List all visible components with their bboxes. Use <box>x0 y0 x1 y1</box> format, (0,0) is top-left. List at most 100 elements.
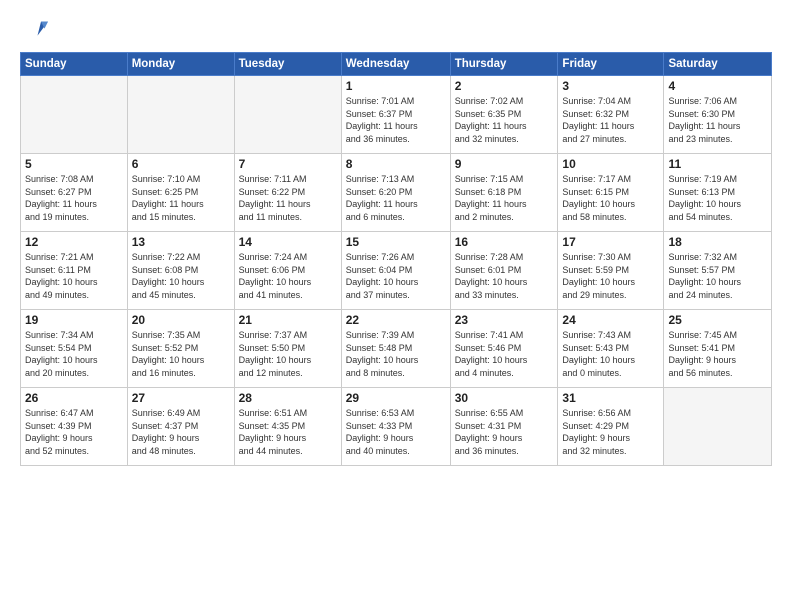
day-number: 23 <box>455 313 554 327</box>
cell-daylight-info: Sunrise: 7:13 AM Sunset: 6:20 PM Dayligh… <box>346 173 446 223</box>
day-number: 27 <box>132 391 230 405</box>
day-number: 12 <box>25 235 123 249</box>
day-number: 22 <box>346 313 446 327</box>
day-number: 17 <box>562 235 659 249</box>
cell-daylight-info: Sunrise: 7:15 AM Sunset: 6:18 PM Dayligh… <box>455 173 554 223</box>
day-number: 11 <box>668 157 767 171</box>
cell-daylight-info: Sunrise: 7:28 AM Sunset: 6:01 PM Dayligh… <box>455 251 554 301</box>
weekday-monday: Monday <box>127 53 234 76</box>
weekday-thursday: Thursday <box>450 53 558 76</box>
calendar-cell: 7 Sunrise: 7:11 AM Sunset: 6:22 PM Daylig… <box>234 154 341 232</box>
cell-daylight-info: Sunrise: 7:43 AM Sunset: 5:43 PM Dayligh… <box>562 329 659 379</box>
calendar-cell: 10 Sunrise: 7:17 AM Sunset: 6:15 PM Dayli… <box>558 154 664 232</box>
cell-daylight-info: Sunrise: 6:51 AM Sunset: 4:35 PM Dayligh… <box>239 407 337 457</box>
calendar-cell: 8 Sunrise: 7:13 AM Sunset: 6:20 PM Daylig… <box>341 154 450 232</box>
cell-daylight-info: Sunrise: 7:10 AM Sunset: 6:25 PM Dayligh… <box>132 173 230 223</box>
cell-daylight-info: Sunrise: 7:19 AM Sunset: 6:13 PM Dayligh… <box>668 173 767 223</box>
calendar-cell: 15 Sunrise: 7:26 AM Sunset: 6:04 PM Dayli… <box>341 232 450 310</box>
calendar-cell: 9Sunrise: 7:15 AM Sunset: 6:18 PM Daylig… <box>450 154 558 232</box>
day-number: 29 <box>346 391 446 405</box>
cell-daylight-info: Sunrise: 6:56 AM Sunset: 4:29 PM Dayligh… <box>562 407 659 457</box>
calendar-cell: 2Sunrise: 7:02 AM Sunset: 6:35 PM Daylig… <box>450 76 558 154</box>
cell-daylight-info: Sunrise: 7:37 AM Sunset: 5:50 PM Dayligh… <box>239 329 337 379</box>
cell-daylight-info: Sunrise: 7:02 AM Sunset: 6:35 PM Dayligh… <box>455 95 554 145</box>
calendar-cell: 23 Sunrise: 7:41 AM Sunset: 5:46 PM Dayli… <box>450 310 558 388</box>
calendar-week-3: 12 Sunrise: 7:21 AM Sunset: 6:11 PM Dayli… <box>21 232 772 310</box>
cell-daylight-info: Sunrise: 7:06 AM Sunset: 6:30 PM Dayligh… <box>668 95 767 145</box>
cell-daylight-info: Sunrise: 7:35 AM Sunset: 5:52 PM Dayligh… <box>132 329 230 379</box>
day-number: 20 <box>132 313 230 327</box>
day-number: 10 <box>562 157 659 171</box>
calendar-cell <box>127 76 234 154</box>
cell-daylight-info: Sunrise: 7:32 AM Sunset: 5:57 PM Dayligh… <box>668 251 767 301</box>
cell-daylight-info: Sunrise: 6:55 AM Sunset: 4:31 PM Dayligh… <box>455 407 554 457</box>
calendar-cell: 5 Sunrise: 7:08 AM Sunset: 6:27 PM Daylig… <box>21 154 128 232</box>
day-number: 5 <box>25 157 123 171</box>
calendar-week-2: 5 Sunrise: 7:08 AM Sunset: 6:27 PM Daylig… <box>21 154 772 232</box>
calendar-table: SundayMondayTuesdayWednesdayThursdayFrid… <box>20 52 772 466</box>
calendar-cell: 14Sunrise: 7:24 AM Sunset: 6:06 PM Dayli… <box>234 232 341 310</box>
cell-daylight-info: Sunrise: 7:17 AM Sunset: 6:15 PM Dayligh… <box>562 173 659 223</box>
cell-daylight-info: Sunrise: 7:26 AM Sunset: 6:04 PM Dayligh… <box>346 251 446 301</box>
calendar-cell: 21 Sunrise: 7:37 AM Sunset: 5:50 PM Dayli… <box>234 310 341 388</box>
calendar-cell: 26 Sunrise: 6:47 AM Sunset: 4:39 PM Dayli… <box>21 388 128 466</box>
logo <box>20 16 52 44</box>
cell-daylight-info: Sunrise: 7:45 AM Sunset: 5:41 PM Dayligh… <box>668 329 767 379</box>
day-number: 13 <box>132 235 230 249</box>
day-number: 8 <box>346 157 446 171</box>
cell-daylight-info: Sunrise: 7:41 AM Sunset: 5:46 PM Dayligh… <box>455 329 554 379</box>
cell-daylight-info: Sunrise: 7:24 AM Sunset: 6:06 PM Dayligh… <box>239 251 337 301</box>
calendar-cell: 22 Sunrise: 7:39 AM Sunset: 5:48 PM Dayli… <box>341 310 450 388</box>
calendar-week-1: 1 Sunrise: 7:01 AM Sunset: 6:37 PM Daylig… <box>21 76 772 154</box>
day-number: 28 <box>239 391 337 405</box>
calendar-cell: 4Sunrise: 7:06 AM Sunset: 6:30 PM Daylig… <box>664 76 772 154</box>
calendar-cell: 25 Sunrise: 7:45 AM Sunset: 5:41 PM Dayli… <box>664 310 772 388</box>
weekday-friday: Friday <box>558 53 664 76</box>
weekday-wednesday: Wednesday <box>341 53 450 76</box>
cell-daylight-info: Sunrise: 7:39 AM Sunset: 5:48 PM Dayligh… <box>346 329 446 379</box>
calendar-cell: 13 Sunrise: 7:22 AM Sunset: 6:08 PM Dayli… <box>127 232 234 310</box>
cell-daylight-info: Sunrise: 7:11 AM Sunset: 6:22 PM Dayligh… <box>239 173 337 223</box>
day-number: 25 <box>668 313 767 327</box>
calendar-cell: 29Sunrise: 6:53 AM Sunset: 4:33 PM Dayli… <box>341 388 450 466</box>
cell-daylight-info: Sunrise: 7:21 AM Sunset: 6:11 PM Dayligh… <box>25 251 123 301</box>
page: SundayMondayTuesdayWednesdayThursdayFrid… <box>0 0 792 612</box>
day-number: 18 <box>668 235 767 249</box>
day-number: 3 <box>562 79 659 93</box>
day-number: 26 <box>25 391 123 405</box>
calendar-cell: 20 Sunrise: 7:35 AM Sunset: 5:52 PM Dayli… <box>127 310 234 388</box>
cell-daylight-info: Sunrise: 7:34 AM Sunset: 5:54 PM Dayligh… <box>25 329 123 379</box>
calendar-cell: 19 Sunrise: 7:34 AM Sunset: 5:54 PM Dayli… <box>21 310 128 388</box>
weekday-saturday: Saturday <box>664 53 772 76</box>
day-number: 1 <box>346 79 446 93</box>
calendar-cell: 12 Sunrise: 7:21 AM Sunset: 6:11 PM Dayli… <box>21 232 128 310</box>
day-number: 6 <box>132 157 230 171</box>
calendar-cell: 27 Sunrise: 6:49 AM Sunset: 4:37 PM Dayli… <box>127 388 234 466</box>
day-number: 21 <box>239 313 337 327</box>
calendar-cell: 1 Sunrise: 7:01 AM Sunset: 6:37 PM Daylig… <box>341 76 450 154</box>
calendar-cell: 17 Sunrise: 7:30 AM Sunset: 5:59 PM Dayli… <box>558 232 664 310</box>
day-number: 30 <box>455 391 554 405</box>
day-number: 31 <box>562 391 659 405</box>
calendar-cell: 16Sunrise: 7:28 AM Sunset: 6:01 PM Dayli… <box>450 232 558 310</box>
calendar-week-4: 19 Sunrise: 7:34 AM Sunset: 5:54 PM Dayli… <box>21 310 772 388</box>
calendar-cell: 6 Sunrise: 7:10 AM Sunset: 6:25 PM Daylig… <box>127 154 234 232</box>
cell-daylight-info: Sunrise: 6:47 AM Sunset: 4:39 PM Dayligh… <box>25 407 123 457</box>
calendar-cell: 30 Sunrise: 6:55 AM Sunset: 4:31 PM Dayli… <box>450 388 558 466</box>
day-number: 24 <box>562 313 659 327</box>
cell-daylight-info: Sunrise: 7:08 AM Sunset: 6:27 PM Dayligh… <box>25 173 123 223</box>
cell-daylight-info: Sunrise: 7:04 AM Sunset: 6:32 PM Dayligh… <box>562 95 659 145</box>
day-number: 15 <box>346 235 446 249</box>
cell-daylight-info: Sunrise: 7:30 AM Sunset: 5:59 PM Dayligh… <box>562 251 659 301</box>
calendar-cell: 11 Sunrise: 7:19 AM Sunset: 6:13 PM Dayli… <box>664 154 772 232</box>
calendar-cell: 3 Sunrise: 7:04 AM Sunset: 6:32 PM Daylig… <box>558 76 664 154</box>
calendar-cell: 31 Sunrise: 6:56 AM Sunset: 4:29 PM Dayli… <box>558 388 664 466</box>
cell-daylight-info: Sunrise: 7:22 AM Sunset: 6:08 PM Dayligh… <box>132 251 230 301</box>
calendar-cell: 18 Sunrise: 7:32 AM Sunset: 5:57 PM Dayli… <box>664 232 772 310</box>
day-number: 7 <box>239 157 337 171</box>
cell-daylight-info: Sunrise: 7:01 AM Sunset: 6:37 PM Dayligh… <box>346 95 446 145</box>
header <box>20 16 772 44</box>
day-number: 19 <box>25 313 123 327</box>
calendar-cell: 28 Sunrise: 6:51 AM Sunset: 4:35 PM Dayli… <box>234 388 341 466</box>
cell-daylight-info: Sunrise: 6:49 AM Sunset: 4:37 PM Dayligh… <box>132 407 230 457</box>
